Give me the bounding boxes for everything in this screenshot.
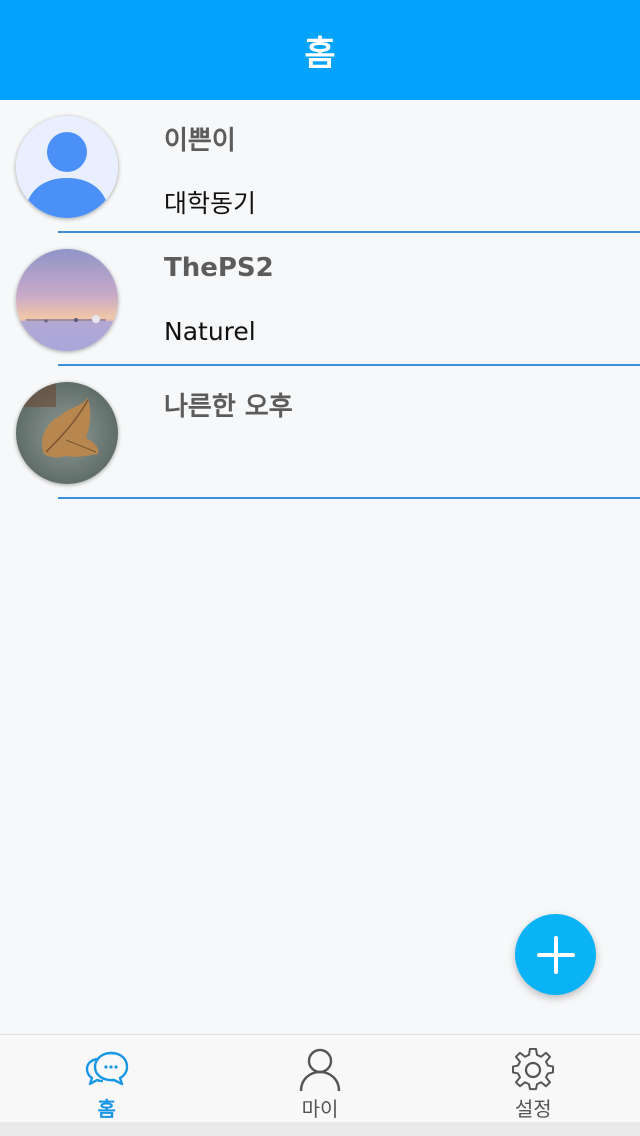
contact-status: 대학동기 <box>164 189 257 218</box>
tab-settings[interactable]: 설정 <box>427 1035 640 1122</box>
bottom-strip <box>0 1122 640 1136</box>
contact-list: 이쁜이 대학동기 ThePS2 Naturel 나른한 오후 <box>0 100 640 499</box>
avatar <box>16 116 118 218</box>
default-user-icon <box>16 116 118 218</box>
app-screen: 홈 이쁜이 대학동기 ThePS2 Naturel 나른한 오후 홈 마이 설정 <box>0 0 640 1136</box>
app-header: 홈 <box>0 0 640 100</box>
bottom-tab-bar: 홈 마이 설정 <box>0 1034 640 1122</box>
tab-label: 홈 <box>97 1097 116 1121</box>
person-icon <box>299 1048 341 1091</box>
tab-home[interactable]: 홈 <box>0 1035 213 1122</box>
gear-icon <box>512 1047 555 1091</box>
plus-icon <box>536 935 575 974</box>
tab-my[interactable]: 마이 <box>213 1035 426 1122</box>
contact-name: 이쁜이 <box>164 126 236 156</box>
avatar <box>16 382 118 484</box>
contact-list-item[interactable]: ThePS2 Naturel <box>0 233 640 366</box>
tab-label: 설정 <box>514 1097 552 1121</box>
seascape-photo-icon <box>16 249 118 351</box>
chat-bubbles-icon <box>85 1051 128 1086</box>
dry-leaf-photo-icon <box>16 382 118 484</box>
add-contact-button[interactable] <box>515 914 596 995</box>
page-title: 홈 <box>304 33 336 74</box>
contact-list-item[interactable]: 나른한 오후 <box>0 366 640 499</box>
contact-status: Naturel <box>164 317 256 346</box>
tab-label: 마이 <box>301 1097 339 1121</box>
divider <box>58 497 640 499</box>
contact-name: ThePS2 <box>164 253 274 283</box>
contact-list-item[interactable]: 이쁜이 대학동기 <box>0 100 640 233</box>
contact-name: 나른한 오후 <box>164 392 293 422</box>
avatar <box>16 249 118 351</box>
